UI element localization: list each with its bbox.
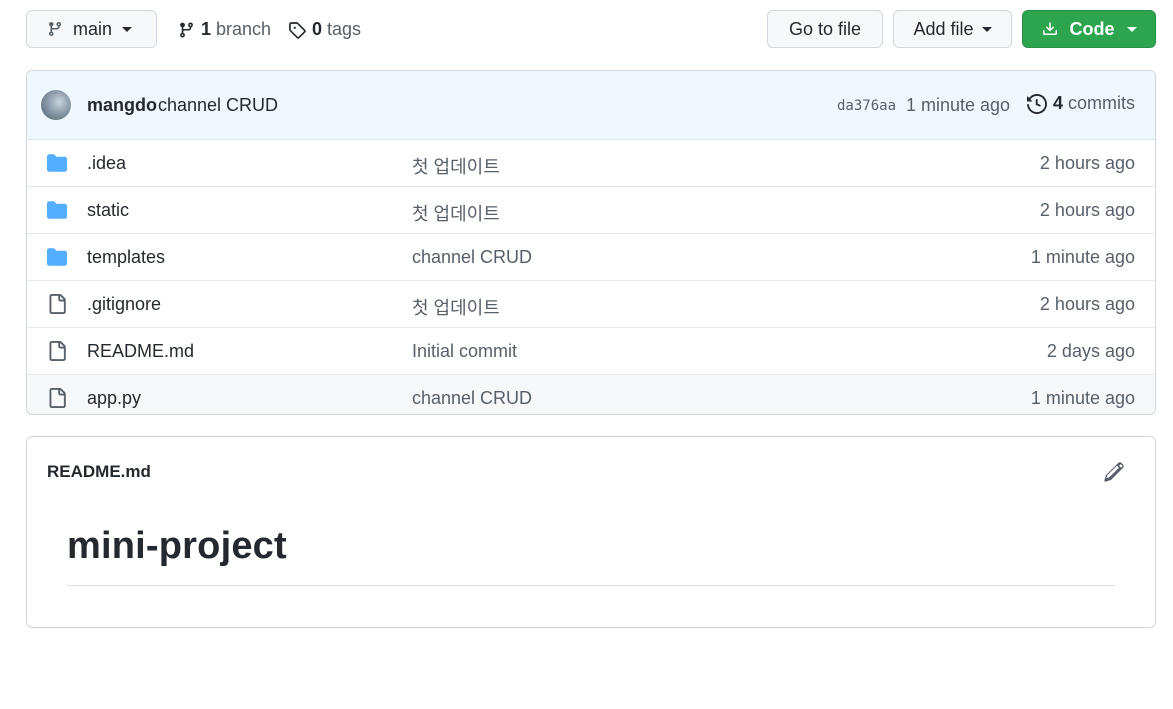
file-name-link[interactable]: README.md — [87, 341, 194, 362]
history-icon — [1027, 93, 1047, 114]
file-icon — [46, 388, 68, 408]
git-branch-icon — [48, 22, 61, 37]
file-icon — [46, 294, 68, 314]
file-commit-message[interactable]: 첫 업데이트 — [412, 200, 500, 226]
commit-author[interactable]: mangdo — [87, 95, 157, 116]
folder-icon — [46, 247, 68, 267]
commits-history-link[interactable]: 4 commits — [1027, 93, 1135, 114]
chevron-down-icon — [1126, 26, 1137, 32]
repo-toolbar: main 1 branch 0 tags Go to file Add file… — [26, 10, 1156, 50]
pencil-icon[interactable] — [1103, 461, 1125, 483]
latest-commit-header: mangdo channel CRUD da376aa 1 minute ago… — [27, 71, 1155, 140]
file-row[interactable]: templates channel CRUD 1 minute ago — [27, 233, 1155, 280]
avatar[interactable] — [41, 90, 71, 120]
file-commit-message[interactable]: channel CRUD — [412, 388, 532, 409]
file-commit-time: 1 minute ago — [1030, 247, 1135, 267]
git-branch-icon — [180, 22, 193, 37]
file-browser: mangdo channel CRUD da376aa 1 minute ago… — [26, 70, 1156, 415]
chevron-down-icon — [981, 26, 992, 32]
go-to-file-label: Go to file — [788, 18, 862, 39]
file-name-link[interactable]: .idea — [87, 153, 126, 174]
branch-select-button[interactable]: main — [26, 10, 157, 48]
folder-icon — [46, 153, 68, 173]
branch-name: main — [73, 18, 113, 39]
add-file-button[interactable]: Add file — [893, 10, 1012, 48]
file-commit-time: 2 hours ago — [1039, 294, 1135, 314]
file-row[interactable]: app.py channel CRUD 1 minute ago — [27, 374, 1155, 414]
file-list: .idea 첫 업데이트 2 hours ago static 첫 업데이트 2 hour… — [27, 140, 1155, 414]
tags-label: tags — [327, 19, 362, 39]
file-commit-message[interactable]: 첫 업데이트 — [412, 153, 500, 179]
readme-heading: mini-project — [67, 525, 287, 567]
file-row[interactable]: .idea 첫 업데이트 2 hours ago — [27, 140, 1155, 186]
branches-count: 1 — [201, 19, 212, 39]
file-commit-time: 2 days ago — [1046, 341, 1135, 361]
file-icon — [46, 341, 68, 361]
commit-message[interactable]: channel CRUD — [158, 95, 278, 116]
file-commit-time: 2 hours ago — [1039, 200, 1135, 220]
branches-label: branch — [216, 19, 272, 39]
file-row[interactable]: static 첫 업데이트 2 hours ago — [27, 186, 1155, 233]
commits-label: commits — [1068, 93, 1136, 113]
commit-time: 1 minute ago — [906, 95, 1011, 115]
file-commit-time: 2 hours ago — [1039, 153, 1135, 173]
add-file-label: Add file — [913, 18, 974, 39]
code-label: Code — [1069, 18, 1115, 39]
file-commit-message[interactable]: 첫 업데이트 — [412, 294, 500, 320]
file-row[interactable]: .gitignore 첫 업데이트 2 hours ago — [27, 280, 1155, 327]
file-commit-time: 1 minute ago — [1030, 388, 1135, 408]
tags-count: 0 — [312, 19, 323, 39]
chevron-down-icon — [122, 26, 133, 32]
tag-icon — [289, 21, 306, 39]
readme-panel: README.md mini-project — [26, 436, 1156, 628]
file-commit-message[interactable]: Initial commit — [412, 341, 517, 362]
file-name-link[interactable]: .gitignore — [87, 294, 161, 315]
file-name-link[interactable]: app.py — [87, 388, 141, 409]
tags-link[interactable]: 0 tags — [288, 19, 361, 40]
heading-divider — [67, 585, 1115, 586]
file-row[interactable]: README.md Initial commit 2 days ago — [27, 327, 1155, 374]
download-icon — [1042, 22, 1057, 35]
file-name-link[interactable]: templates — [87, 247, 165, 268]
commits-count: 4 — [1053, 93, 1064, 113]
go-to-file-button[interactable]: Go to file — [767, 10, 883, 48]
commit-sha[interactable]: da376aa — [837, 98, 896, 114]
file-commit-message[interactable]: channel CRUD — [412, 247, 532, 268]
readme-title[interactable]: README.md — [47, 462, 151, 482]
file-name-link[interactable]: static — [87, 200, 129, 221]
folder-icon — [46, 200, 68, 220]
branches-link[interactable]: 1 branch — [178, 19, 271, 40]
code-button[interactable]: Code — [1022, 10, 1156, 48]
